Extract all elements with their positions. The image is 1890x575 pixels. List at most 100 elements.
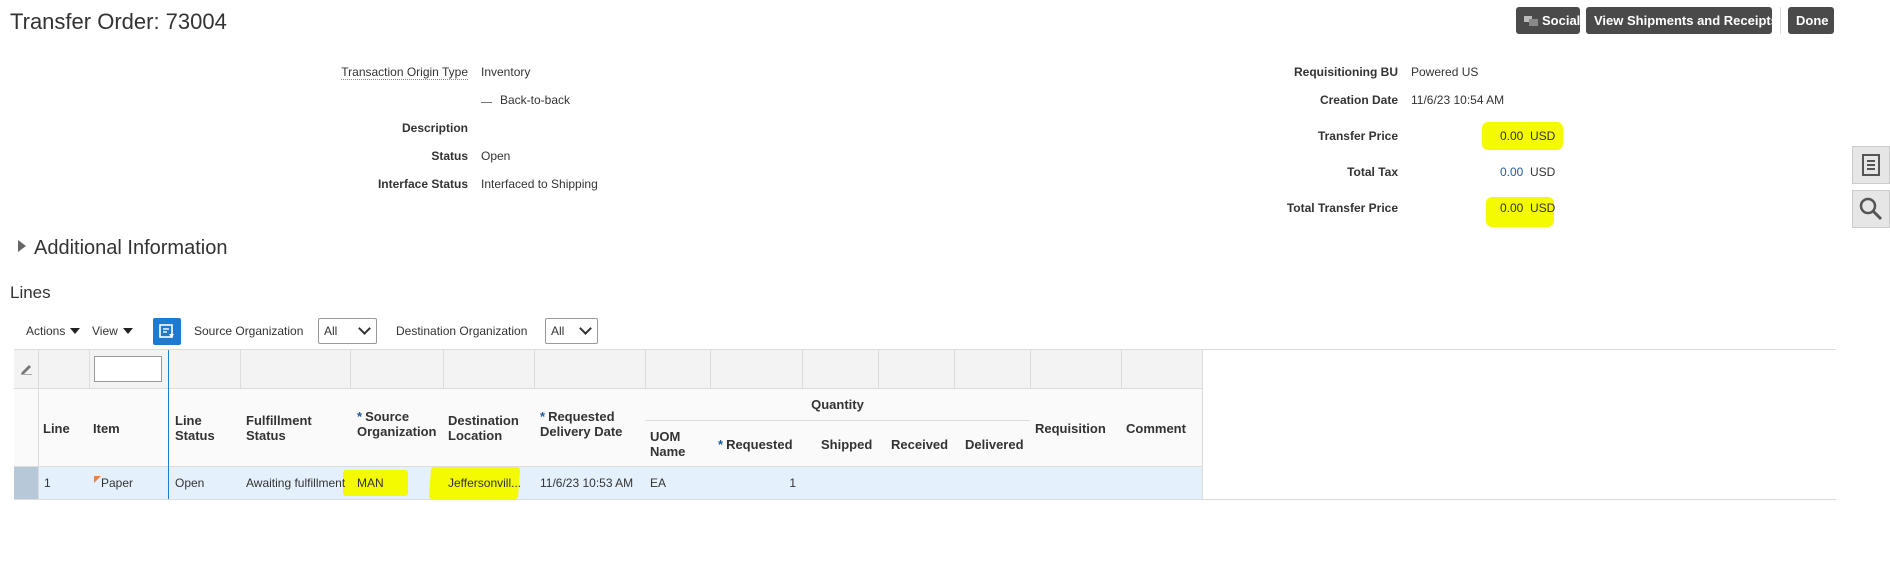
total-tax-currency: USD	[1530, 165, 1556, 179]
status-label: Status	[431, 149, 468, 163]
actions-menu[interactable]: Actions	[26, 324, 81, 338]
cell-uom-name: EA	[650, 476, 667, 490]
col-divider	[1121, 350, 1122, 388]
total-transfer-price-label: Total Transfer Price	[1286, 201, 1398, 215]
interface-status-value: Interfaced to Shipping	[481, 177, 598, 191]
required-asterisk-icon: *	[718, 437, 724, 452]
status-value: Open	[481, 149, 511, 163]
interface-status-label: Interface Status	[377, 177, 468, 191]
social-icon	[1524, 15, 1538, 27]
col-divider	[1030, 350, 1031, 388]
cell-line: 1	[44, 476, 51, 490]
frozen-column-divider	[168, 350, 169, 499]
creation-date-label: Creation Date	[1319, 93, 1398, 107]
col-divider	[240, 350, 241, 388]
col-header-item[interactable]: Item	[93, 421, 120, 436]
social-button-label: Social	[1542, 13, 1581, 28]
view-menu[interactable]: View	[92, 324, 133, 338]
requisitioning-bu-value: Powered US	[1411, 65, 1479, 79]
total-tax-label: Total Tax	[1347, 165, 1398, 179]
required-asterisk-icon: *	[540, 409, 546, 424]
cell-source-organization: MAN	[357, 476, 384, 490]
col-divider	[878, 350, 879, 388]
col-header-received[interactable]: Received	[891, 437, 948, 452]
cell-destination-location: Jeffersonvill...	[448, 476, 522, 490]
additional-information-label: Additional Information	[34, 237, 228, 259]
col-header-source-organization[interactable]: * Source Organization	[357, 409, 442, 439]
col-group-quantity: Quantity	[811, 397, 864, 412]
col-divider	[89, 350, 90, 388]
col-header-fulfillment-status[interactable]: Fulfillment Status	[246, 413, 326, 443]
chevron-down-icon	[358, 322, 371, 335]
source-org-select-value: All	[324, 324, 338, 338]
query-by-example-icon[interactable]	[153, 318, 181, 345]
header-bottom-rule	[14, 466, 1202, 467]
source-org-select[interactable]: All	[318, 318, 377, 344]
transaction-origin-type-label: Transaction Origin Type	[341, 65, 468, 80]
chevron-down-icon	[579, 322, 592, 335]
cell-requested-quantity: 1	[789, 476, 796, 490]
transfer-price-label: Transfer Price	[1317, 129, 1398, 143]
col-header-requested[interactable]: * Requested	[718, 437, 793, 452]
caret-down-icon	[70, 328, 81, 334]
transfer-price-value: 0.00	[1500, 129, 1524, 143]
col-divider	[645, 350, 646, 388]
col-divider	[1202, 350, 1203, 499]
page-title: Transfer Order: 73004	[10, 9, 227, 34]
col-header-shipped[interactable]: Shipped	[821, 437, 872, 452]
col-divider	[954, 350, 955, 388]
col-header-comment[interactable]: Comment	[1126, 421, 1186, 436]
caret-down-icon	[122, 328, 133, 334]
document-panel-icon[interactable]	[1852, 146, 1890, 184]
creation-date-value: 11/6/23 10:54 AM	[1411, 93, 1505, 107]
tree-connector	[481, 102, 492, 103]
item-link[interactable]: Paper	[101, 476, 133, 490]
col-header-requisition[interactable]: Requisition	[1035, 421, 1106, 436]
col-divider	[802, 350, 803, 388]
filter-row	[14, 350, 1202, 388]
col-header-requested-delivery-date[interactable]: * Requested Delivery Date	[540, 409, 640, 439]
edit-pencil-icon[interactable]	[20, 362, 33, 378]
view-shipments-label: View Shipments and Receipts	[1594, 13, 1778, 28]
social-button[interactable]: Social	[1516, 7, 1580, 34]
total-transfer-price-value: 0.00	[1500, 201, 1524, 215]
item-filter-input[interactable]	[94, 356, 162, 382]
back-to-back-value: Back-to-back	[500, 93, 571, 107]
destination-org-filter-label: Destination Organization	[396, 324, 528, 338]
header-top-rule	[14, 388, 1202, 389]
destination-org-select-value: All	[551, 324, 565, 338]
view-shipments-button[interactable]: View Shipments and Receipts	[1586, 7, 1778, 34]
col-divider	[443, 350, 444, 388]
row-selector[interactable]	[14, 466, 38, 499]
actions-menu-label: Actions	[26, 324, 66, 338]
lines-section-title: Lines	[10, 283, 51, 302]
col-divider	[534, 350, 535, 388]
done-button[interactable]: Done	[1788, 7, 1834, 34]
cell-requested-delivery-date: 11/6/23 10:53 AM	[540, 476, 634, 490]
col-header-destination-location[interactable]: Destination Location	[448, 413, 528, 443]
source-org-filter-label: Source Organization	[194, 324, 304, 338]
total-transfer-price-currency: USD	[1530, 201, 1556, 215]
done-button-label: Done	[1796, 13, 1829, 28]
expand-triangle-icon	[18, 240, 26, 252]
description-label: Description	[401, 121, 468, 135]
cell-item[interactable]: Paper	[94, 476, 133, 490]
search-panel-icon[interactable]	[1852, 190, 1890, 228]
transaction-origin-type-value: Inventory	[481, 65, 531, 79]
col-header-uom-name[interactable]: UOM Name	[650, 429, 700, 459]
table-bottom-rule	[14, 499, 1836, 500]
additional-information-toggle[interactable]: Additional Information	[18, 237, 227, 260]
destination-org-select[interactable]: All	[545, 318, 598, 344]
col-header-delivered[interactable]: Delivered	[965, 437, 1024, 452]
transfer-price-currency: USD	[1530, 129, 1556, 143]
cell-fulfillment-status: Awaiting fulfillment	[246, 476, 346, 490]
total-tax-value[interactable]: 0.00	[1500, 165, 1523, 179]
quantity-group-rule	[645, 420, 1030, 421]
col-header-line[interactable]: Line	[43, 421, 70, 436]
view-menu-label: View	[92, 324, 118, 338]
cell-line-status: Open	[175, 476, 205, 490]
col-divider	[350, 350, 351, 388]
col-divider	[710, 350, 711, 388]
col-header-line-status[interactable]: Line Status	[175, 413, 225, 443]
col-divider	[38, 350, 39, 499]
